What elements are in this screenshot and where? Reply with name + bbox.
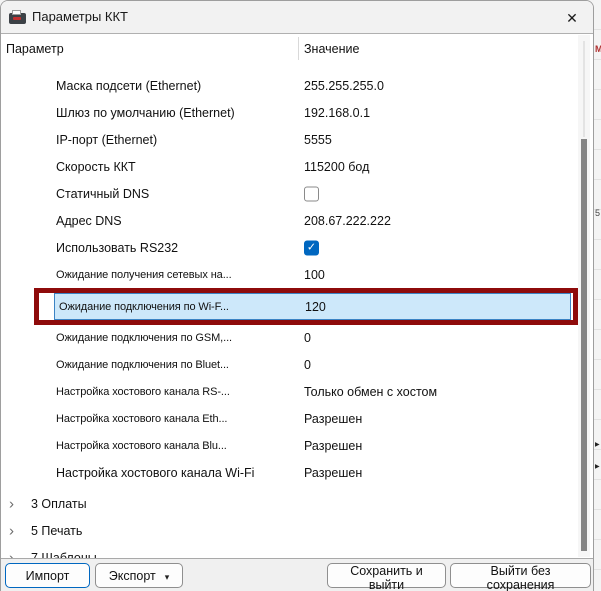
param-name: Настройка хостового канала Eth... [56,413,227,425]
param-name: Ожидание получения сетевых на... [56,269,232,281]
background-triangle-icon: ▶ [595,441,600,448]
param-name: Настройка хостового канала Wi-Fi [56,466,254,480]
grid-rows: Маска подсети (Ethernet) 255.255.255.0 Шлю… [1,63,579,486]
export-label: Экспорт [109,569,156,583]
column-header-param[interactable]: Параметр [6,42,64,56]
table-row[interactable]: Использовать RS232 ✓ [1,234,579,261]
background-triangle-icon: ▶ [595,463,600,470]
scrollbar-thumb[interactable] [581,139,587,551]
param-name: Шлюз по умолчанию (Ethernet) [56,106,235,120]
chevron-right-icon[interactable]: › [9,522,14,539]
param-value: 100 [304,268,325,282]
save-and-exit-button[interactable]: Сохранить и выйти [327,563,446,588]
table-row[interactable]: Ожидание подключения по Bluet... 0 [1,351,579,378]
param-value: 192.168.0.1 [304,106,370,120]
table-row[interactable]: Адрес DNS 208.67.222.222 [1,207,579,234]
scrollbar-hairline [583,41,585,137]
window-title: Параметры ККТ [32,9,128,24]
exit-without-saving-button[interactable]: Выйти без сохранения [450,563,591,588]
background-glyph-top: М [595,44,601,54]
chevron-down-icon: ▾ [165,572,170,582]
param-value: 5555 [304,133,332,147]
param-value: Разрешен [304,466,362,480]
param-name: Маска подсети (Ethernet) [56,79,201,93]
param-value: 0 [304,358,311,372]
printer-icon-stripe [13,17,21,20]
param-name: Адрес DNS [56,214,122,228]
column-divider [298,37,299,60]
table-row[interactable]: Настройка хостового канала Wi-Fi Разрешен [1,459,579,486]
table-row[interactable]: Настройка хостового канала Eth... Разреше… [1,405,579,432]
table-row[interactable]: Настройка хостового канала RS-... Только … [1,378,579,405]
footer: Импорт Экспорт ▾ Сохранить и выйти Выйти … [1,558,593,591]
column-header-value[interactable]: Значение [304,42,359,56]
printer-icon-paper [12,10,21,15]
import-button[interactable]: Импорт [5,563,90,588]
table-row[interactable]: Ожидание получения сетевых на... 100 [1,261,579,288]
param-name: Статичный DNS [56,187,149,201]
param-value: 0 [304,331,311,345]
table-row[interactable]: Настройка хостового канала Blu... Разреше… [1,432,579,459]
kkt-params-dialog: Параметры ККТ ✕ Параметр Значение Маска … [0,0,594,591]
checkbox-unchecked[interactable] [304,186,319,201]
tree-node[interactable]: › 3 Оплаты [1,490,579,517]
tree-node-label: 5 Печать [31,524,82,538]
checkbox-checked[interactable]: ✓ [304,240,319,255]
param-name: IP-порт (Ethernet) [56,133,157,147]
table-row[interactable]: Шлюз по умолчанию (Ethernet) 192.168.0.1 [1,99,579,126]
background-window-edge [594,0,601,591]
tree-node[interactable]: › 5 Печать [1,517,579,544]
chevron-right-icon[interactable]: › [9,495,14,512]
param-value: 120 [305,300,326,314]
background-glyph-middle: 5 [595,208,600,218]
param-value: Разрешен [304,412,362,426]
table-row[interactable]: Маска подсети (Ethernet) 255.255.255.0 [1,72,579,99]
param-name: Ожидание подключения по GSM,... [56,332,232,344]
param-name: Ожидание подключения по Bluet... [56,359,229,371]
param-value: Только обмен с хостом [304,385,437,399]
table-row[interactable]: Статичный DNS [1,180,579,207]
close-button[interactable]: ✕ [559,6,585,28]
param-name: Настройка хостового канала Blu... [56,440,227,452]
table-row[interactable]: Ожидание подключения по GSM,... 0 [1,324,579,351]
grid-header: Параметр Значение [1,34,593,63]
param-name: Скорость ККТ [56,160,136,174]
tree-node-label: 3 Оплаты [31,497,87,511]
table-row[interactable]: Скорость ККТ 115200 бод [1,153,579,180]
selected-row-highlight: Ожидание подключения по Wi-F... 120 [54,293,571,320]
param-value: 208.67.222.222 [304,214,391,228]
param-name: Настройка хостового канала RS-... [56,386,230,398]
param-value: 115200 бод [304,160,369,174]
titlebar: Параметры ККТ ✕ [1,1,593,34]
table-row[interactable]: Ожидание подключения по Wi-F... 120 [1,288,579,324]
screen: М 5 ▶ ▶ Параметры ККТ ✕ Параметр Значени… [0,0,601,591]
param-value: 255.255.255.0 [304,79,384,93]
param-name: Ожидание подключения по Wi-F... [59,301,229,313]
param-name: Использовать RS232 [56,241,178,255]
param-value: Разрешен [304,439,362,453]
printer-icon [9,10,26,24]
export-button[interactable]: Экспорт ▾ [95,563,183,588]
vertical-scrollbar[interactable] [578,35,590,557]
table-row[interactable]: IP-порт (Ethernet) 5555 [1,126,579,153]
